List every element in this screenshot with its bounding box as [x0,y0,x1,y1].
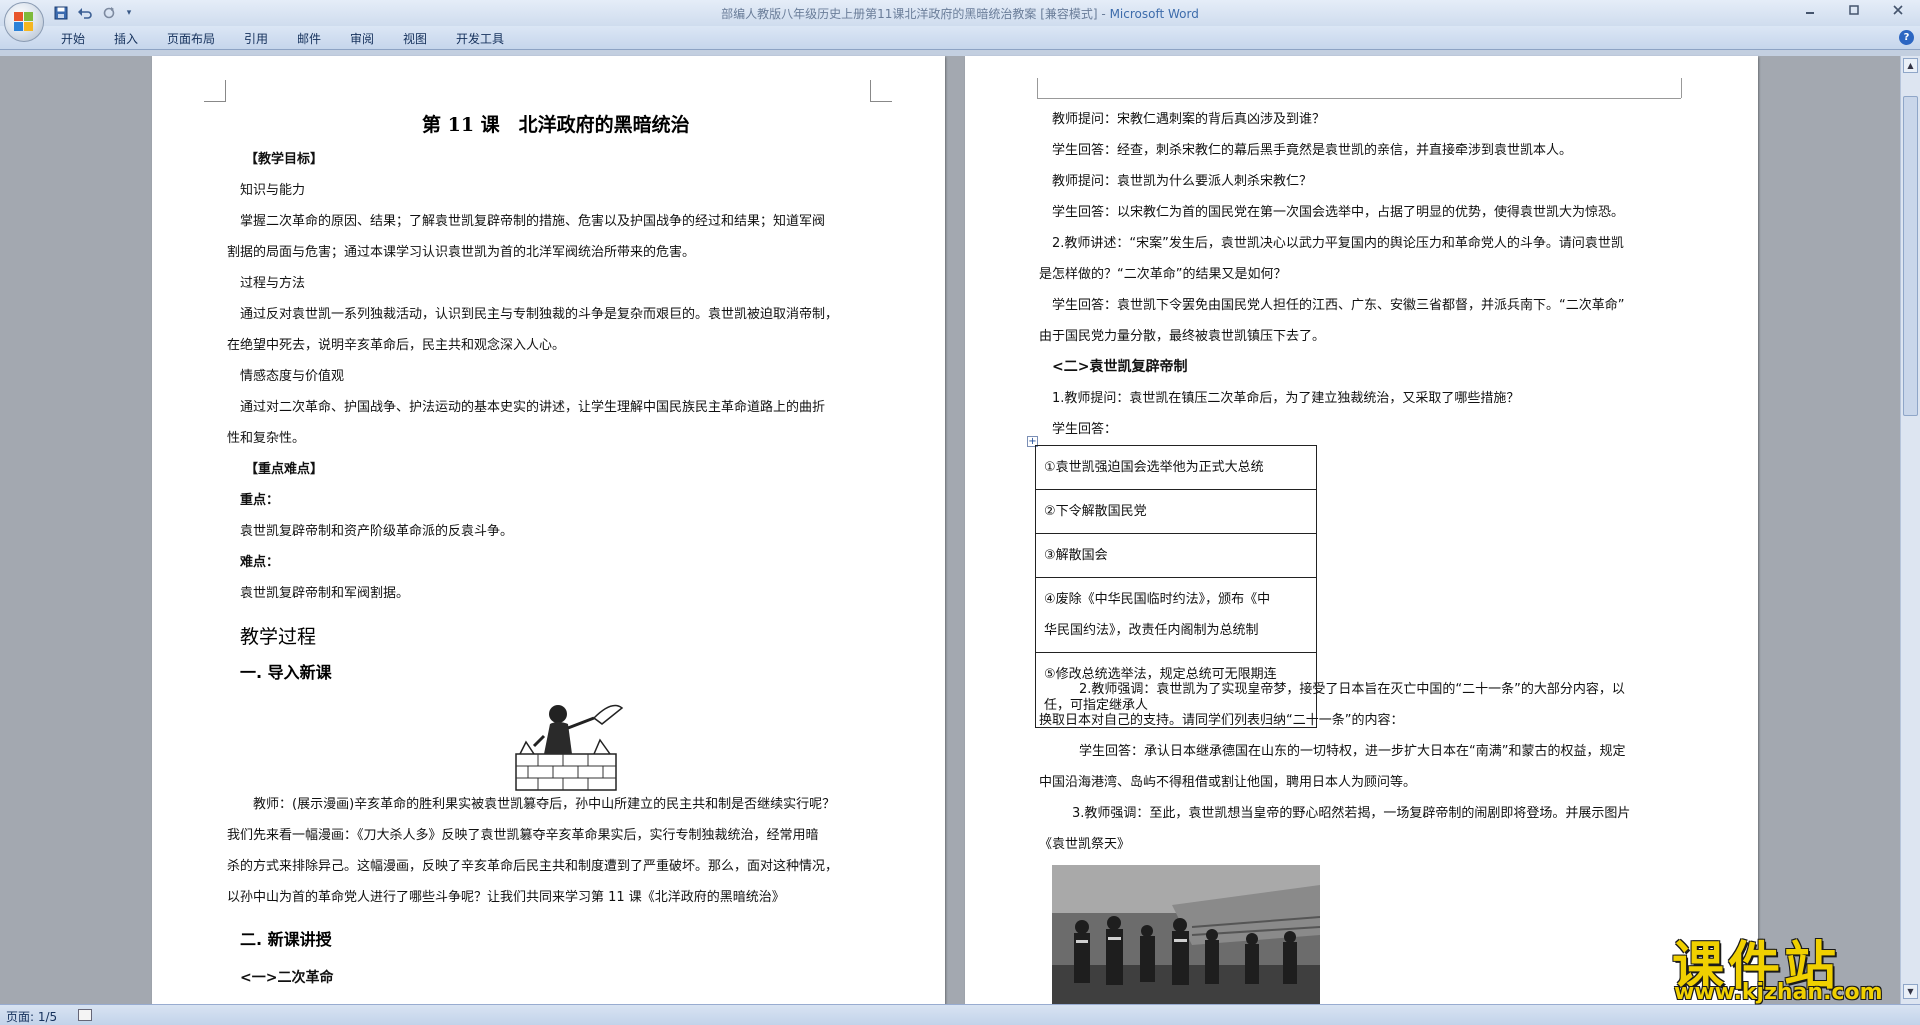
paragraph: 通过反对袁世凯一系列独裁活动，认识到民主与专制独裁的斗争是复杂而艰巨的。袁世凯被… [240,307,839,322]
document-title: 部编人教版八年级历史上册第11课北洋政府的黑暗统治教案 [兼容模式] - [721,7,1110,21]
crop-mark [204,80,226,102]
key-label: 重点： [240,493,280,508]
paragraph: 学生回答：以宋教仁为首的国民党在第一次国会选举中，占据了明显的优势，使得袁世凯大… [1052,205,1625,220]
paragraph: 掌握二次革命的原因、结果；了解袁世凯复辟帝制的措施、危害以及护国战争的经过和结果… [240,214,826,229]
paragraph: 袁世凯复辟帝制和军阀割据。 [240,586,410,601]
tab-view[interactable]: 视图 [403,30,427,47]
key-heading: 【重点难点】 [245,462,324,477]
crop-mark [1037,78,1038,98]
status-bar: 页面: 1/5 [0,1004,1920,1025]
goals-heading: 【教学目标】 [245,152,324,167]
crop-mark [1681,78,1682,98]
watermark-url: www.kjzhan.com [1674,980,1883,1005]
header-line [1037,98,1681,99]
tab-home[interactable]: 开始 [61,30,85,47]
paragraph: 学生回答： [1052,422,1118,437]
close-icon[interactable] [1876,0,1920,20]
table-row: ③解散国会 [1035,533,1317,578]
method-label: 过程与方法 [240,276,306,291]
page-count[interactable]: 页面: 1/5 [6,1008,57,1025]
table-row: ④废除《中华民国临时约法》，颁布《中 华民国约法》，改责任内阁制为总统制 [1035,577,1317,653]
table-cell[interactable]: ④废除《中华民国临时约法》，颁布《中 华民国约法》，改责任内阁制为总统制 [1035,577,1317,653]
paragraph: 由于国民党力量分散，最终被袁世凯镇压下去了。 [1039,329,1326,344]
site-watermark: 课件站 www.kjzhan.com [1672,924,1912,1006]
paragraph: 学生回答：袁世凯下令罢免由国民党人担任的江西、广东、安徽三省都督，并派兵南下。“… [1052,298,1625,313]
paragraph: 1.教师提问：袁世凯在镇压二次革命后，为了建立独裁统治，又采取了哪些措施？ [1052,391,1520,406]
paragraph: 我们先来看一幅漫画：《刀大杀人多》反映了袁世凯篡夺辛亥革命果实后，实行专制独裁统… [227,828,819,843]
paragraph: 中国沿海港湾、岛屿不得租借或割让他国，聘用日本人为顾问等。 [1039,775,1417,790]
paragraph: 袁世凯复辟帝制和资产阶级革命派的反袁斗争。 [240,524,514,539]
process-heading: 教学过程 [240,626,317,648]
scroll-up-icon[interactable]: ▲ [1903,58,1918,73]
paragraph: 杀的方式来排除异己。这幅漫画，反映了辛亥革命后民主共和制度遭到了严重破坏。那么，… [227,859,839,874]
help-icon[interactable]: ? [1899,30,1914,45]
proofing-status-icon[interactable] [78,1009,92,1021]
paragraph: 是怎样做的？“二次革命”的结果又是如何？ [1039,267,1287,282]
intro-heading: 一. 导入新课 [240,663,332,682]
ribbon-tabs: 开始 插入 页面布局 引用 邮件 审阅 视图 开发工具 ? [0,26,1920,50]
maximize-icon[interactable] [1832,0,1876,20]
paragraph: 教师：(展示漫画)辛亥革命的胜利果实被袁世凯篡夺后，孙中山所建立的民主共和制是否… [253,797,836,812]
tab-references[interactable]: 引用 [244,30,268,47]
paragraph: 学生回答：承认日本继承德国在山东的一切特权，进一步扩大日本在“南满”和蒙古的权益… [1079,744,1626,759]
paragraph: 2.教师强调：袁世凯为了实现皇帝梦，接受了日本旨在灭亡中国的“二十一条”的大部分… [1079,682,1625,697]
tab-page-layout[interactable]: 页面布局 [167,30,215,47]
paragraph: 2.教师讲述：“宋案”发生后，袁世凯决心以武力平复国内的舆论压力和革命党人的斗争… [1052,236,1624,251]
tab-review[interactable]: 审阅 [350,30,374,47]
paragraph: 《袁世凯祭天》 [1039,837,1131,852]
knowledge-label: 知识与能力 [240,183,306,198]
comic-illustration [515,704,624,791]
table-cell[interactable]: ③解散国会 [1035,533,1317,578]
paragraph: 以孙中山为首的革命党人进行了哪些斗争呢？让我们共同来学习第 11 课《北洋政府的… [227,890,785,905]
title-bar: ▾ 部编人教版八年级历史上册第11课北洋政府的黑暗统治教案 [兼容模式] - M… [0,0,1920,26]
paragraph: 割据的局面与危害；通过本课学习认识袁世凯为首的北洋军阀统治所带来的危害。 [227,245,696,260]
paragraph: 3.教师强调：至此，袁世凯想当皇帝的野心昭然若揭，一场复辟帝制的闹剧即将登场。并… [1072,806,1631,821]
subsection-heading: <二>袁世凯复辟帝制 [1052,359,1188,375]
tab-insert[interactable]: 插入 [114,30,138,47]
subsection-heading: <一>二次革命 [240,970,334,986]
window-controls [1788,0,1920,20]
window-title: 部编人教版八年级历史上册第11课北洋政府的黑暗统治教案 [兼容模式] - Mic… [0,5,1920,22]
new-lesson-heading: 二. 新课讲授 [240,930,332,949]
tab-developer[interactable]: 开发工具 [456,30,504,47]
app-name: Microsoft Word [1109,7,1199,21]
office-button-icon[interactable] [4,2,44,42]
vertical-scrollbar[interactable]: ▲ ▼ [1900,56,1920,1004]
emotion-label: 情感态度与价值观 [240,369,345,384]
paragraph: 学生回答：经查，刺杀宋教仁的幕后黑手竟然是袁世凯的亲信，并直接牵涉到袁世凯本人。 [1052,143,1573,158]
table-cell[interactable]: ①袁世凯强迫国会选举他为正式大总统 [1035,445,1317,490]
tab-mailings[interactable]: 邮件 [297,30,321,47]
historical-photo [1052,865,1320,1006]
paragraph: 性和复杂性。 [227,431,306,446]
minimize-icon[interactable] [1788,0,1832,20]
paragraph: 教师提问：宋教仁遇刺案的背后真凶涉及到谁？ [1052,112,1326,127]
document-page-2[interactable]: 教师提问：宋教仁遇刺案的背后真凶涉及到谁？ 学生回答：经查，刺杀宋教仁的幕后黑手… [965,56,1758,1006]
table-cell[interactable]: ②下令解散国民党 [1035,489,1317,534]
difficult-label: 难点： [240,555,280,570]
table-row: ①袁世凯强迫国会选举他为正式大总统 [1035,445,1317,490]
paragraph: 教师提问：袁世凯为什么要派人刺杀宋教仁？ [1052,174,1313,189]
table-row: ②下令解散国民党 [1035,489,1317,534]
paragraph: 在绝望中死去，说明辛亥革命后，民主共和观念深入人心。 [227,338,566,353]
crop-mark [870,80,892,102]
document-page-1[interactable]: 第 11 课 北洋政府的黑暗统治 【教学目标】 知识与能力 掌握二次革命的原因、… [152,56,945,1006]
lesson-title: 第 11 课 北洋政府的黑暗统治 [422,114,690,136]
scrollbar-thumb[interactable] [1903,96,1918,416]
paragraph: 换取日本对自己的支持。请同学们列表归纳“二十一条”的内容： [1039,713,1404,728]
paragraph: 通过对二次革命、护国战争、护法运动的基本史实的讲述，让学生理解中国民族民主革命道… [240,400,826,415]
